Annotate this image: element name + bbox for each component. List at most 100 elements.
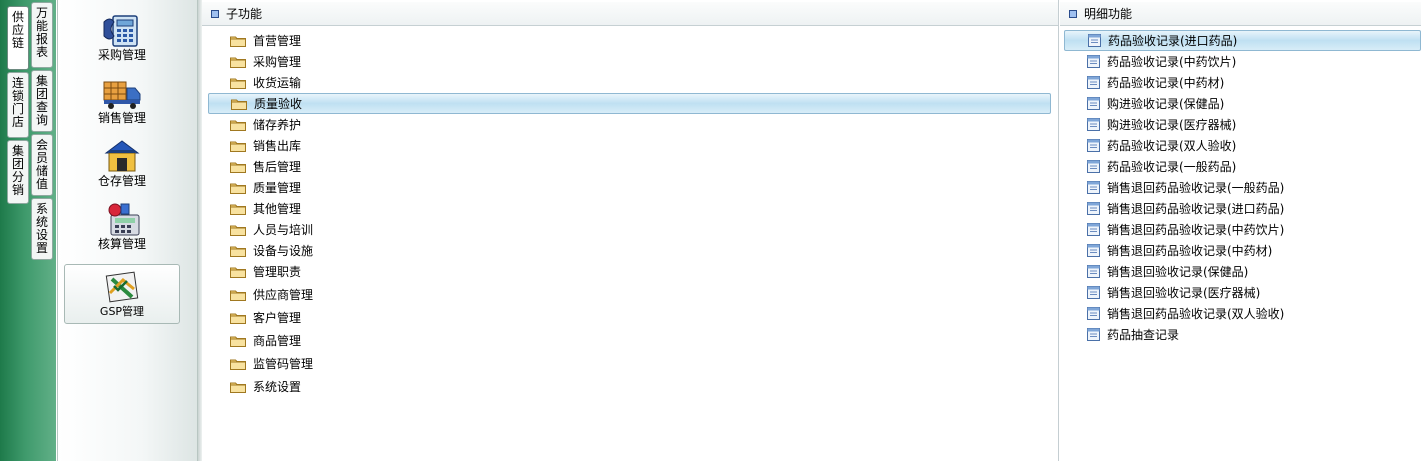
tab-group-distribution[interactable]: 集团分销 (7, 140, 29, 204)
sub-function-label: 采购管理 (253, 55, 302, 69)
folder-icon (230, 162, 246, 173)
tab-universal-report[interactable]: 万能报表 (31, 2, 53, 68)
detail-function-item[interactable]: 药品验收记录(中药饮片) (1060, 51, 1421, 72)
tab-group-query[interactable]: 集团查询 (31, 70, 53, 132)
document-icon (1087, 244, 1100, 257)
sub-function-item[interactable]: 首营管理 (202, 30, 1057, 51)
sub-function-label: 质量管理 (253, 181, 302, 195)
folder-icon (230, 290, 246, 301)
detail-function-item[interactable]: 销售退回药品验收记录(进口药品) (1060, 198, 1421, 219)
sub-function-item[interactable]: 质量验收 (208, 93, 1051, 114)
module-warehouse[interactable]: 仓存管理 (64, 134, 180, 194)
module-purchase[interactable]: 采购管理 (64, 8, 180, 68)
sub-function-item[interactable]: 收货运输 (202, 72, 1057, 93)
module-accounting[interactable]: 核算管理 (64, 197, 180, 257)
sub-function-label: 供应商管理 (253, 288, 314, 302)
detail-function-item[interactable]: 销售退回药品验收记录(中药材) (1060, 240, 1421, 261)
detail-function-label: 药品验收记录(进口药品) (1108, 34, 1238, 48)
sub-function-label: 售后管理 (253, 160, 302, 174)
sub-panel-header: 子功能 (202, 2, 1058, 26)
folder-icon (230, 382, 246, 393)
detail-function-item[interactable]: 药品验收记录(一般药品) (1060, 156, 1421, 177)
module-label: 仓存管理 (97, 174, 146, 188)
sub-function-label: 监管码管理 (253, 357, 314, 371)
folder-icon (230, 267, 246, 278)
tab-label: 会员储值 (36, 138, 49, 191)
detail-function-label: 购进验收记录(保健品) (1107, 97, 1225, 111)
sub-function-item[interactable]: 供应商管理 (202, 284, 1057, 305)
detail-function-label: 购进验收记录(医疗器械) (1107, 118, 1237, 132)
sub-function-label: 收货运输 (253, 76, 302, 90)
detail-function-item[interactable]: 购进验收记录(医疗器械) (1060, 114, 1421, 135)
tab-supply-chain[interactable]: 供应链 (7, 6, 29, 70)
module-icon-panel: 采购管理 销售管理 仓存管理 核算管理 GSP管理 (57, 0, 198, 461)
detail-function-item[interactable]: 购进验收记录(保健品) (1060, 93, 1421, 114)
sub-function-label: 质量验收 (254, 97, 303, 111)
detail-function-item[interactable]: 销售退回药品验收记录(一般药品) (1060, 177, 1421, 198)
document-icon (1087, 97, 1100, 110)
folder-icon (230, 246, 246, 257)
folder-icon (230, 225, 246, 236)
detail-function-item[interactable]: 销售退回药品验收记录(双人验收) (1060, 303, 1421, 324)
sub-function-label: 储存养护 (253, 118, 302, 132)
module-sales[interactable]: 销售管理 (64, 71, 180, 131)
phone-calculator-icon (103, 15, 138, 47)
tab-label: 连锁门店 (12, 76, 25, 129)
sub-function-label: 客户管理 (253, 311, 302, 325)
delivery-truck-icon (103, 81, 141, 109)
module-label: 核算管理 (97, 237, 146, 251)
accounting-calculator-icon (108, 203, 140, 236)
sub-function-item[interactable]: 商品管理 (202, 330, 1057, 351)
sub-function-item[interactable]: 售后管理 (202, 156, 1057, 177)
sub-function-item[interactable]: 监管码管理 (202, 353, 1057, 374)
sub-function-item[interactable]: 储存养护 (202, 114, 1057, 135)
tab-label: 万能报表 (36, 6, 49, 59)
sub-function-label: 系统设置 (253, 380, 302, 394)
tab-label: 供应链 (12, 10, 25, 50)
sub-function-item[interactable]: 管理职责 (202, 261, 1057, 282)
square-bullet-icon (1069, 9, 1077, 18)
tab-label: 集团查询 (36, 74, 49, 127)
folder-icon (230, 120, 246, 131)
detail-function-item[interactable]: 药品验收记录(中药材) (1060, 72, 1421, 93)
sub-function-item[interactable]: 人员与培训 (202, 219, 1057, 240)
sub-function-label: 人员与培训 (253, 223, 314, 237)
detail-function-item[interactable]: 药品验收记录(双人验收) (1060, 135, 1421, 156)
module-label: 采购管理 (97, 48, 146, 62)
sub-function-label: 首营管理 (253, 34, 302, 48)
sub-function-item[interactable]: 客户管理 (202, 307, 1057, 328)
detail-function-item[interactable]: 销售退回验收记录(医疗器械) (1060, 282, 1421, 303)
tab-chain-stores[interactable]: 连锁门店 (7, 72, 29, 138)
sub-function-item[interactable]: 设备与设施 (202, 240, 1057, 261)
gsp-check-icon (105, 271, 139, 303)
sub-function-item[interactable]: 销售出库 (202, 135, 1057, 156)
module-label: GSP管理 (99, 305, 145, 318)
detail-function-list: 药品验收记录(进口药品) 药品验收记录(中药饮片) 药品验收记录(中药材) 购进验收记… (1060, 30, 1421, 345)
sub-function-label: 其他管理 (253, 202, 302, 216)
sub-function-item[interactable]: 其他管理 (202, 198, 1057, 219)
folder-icon (230, 183, 246, 194)
detail-function-item[interactable]: 销售退回药品验收记录(中药饮片) (1060, 219, 1421, 240)
sub-function-item[interactable]: 采购管理 (202, 51, 1057, 72)
sub-function-label: 商品管理 (253, 334, 302, 348)
square-bullet-icon (211, 9, 219, 18)
module-gsp[interactable]: GSP管理 (64, 264, 180, 324)
sub-function-item[interactable]: 系统设置 (202, 376, 1057, 397)
tab-system-settings[interactable]: 系统设置 (31, 198, 53, 260)
detail-function-label: 销售退回药品验收记录(进口药品) (1107, 202, 1285, 216)
tab-member-stored-value[interactable]: 会员储值 (31, 134, 53, 196)
document-icon (1087, 265, 1100, 278)
detail-function-item[interactable]: 销售退回验收记录(保健品) (1060, 261, 1421, 282)
detail-function-item[interactable]: 药品验收记录(进口药品) (1064, 30, 1421, 51)
folder-icon (230, 359, 246, 370)
sub-function-label: 管理职责 (253, 265, 302, 279)
detail-function-label: 销售退回药品验收记录(中药饮片) (1107, 223, 1285, 237)
folder-icon (230, 336, 246, 347)
sub-function-item[interactable]: 质量管理 (202, 177, 1057, 198)
detail-function-item[interactable]: 药品抽查记录 (1060, 324, 1421, 345)
document-icon (1087, 181, 1100, 194)
document-icon (1087, 307, 1100, 320)
document-icon (1088, 34, 1101, 47)
sub-panel-title: 子功能 (226, 7, 263, 21)
folder-icon (230, 141, 246, 152)
